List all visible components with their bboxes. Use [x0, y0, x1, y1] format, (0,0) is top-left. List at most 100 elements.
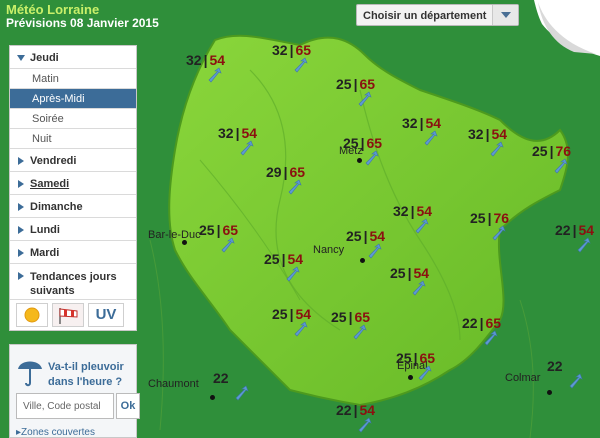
- weather-reading: 32 | 54: [218, 125, 257, 141]
- separator: |: [479, 315, 484, 331]
- wind-value: 65: [354, 309, 371, 325]
- temperature-value: 32: [272, 42, 288, 58]
- wind-arrow-icon: [233, 385, 251, 401]
- weather-reading: 25 | 65: [199, 222, 238, 238]
- day-item-mardi[interactable]: Mardi: [10, 241, 136, 264]
- department-select-label: Choisir un département: [363, 10, 487, 22]
- wind-value: 76: [555, 143, 572, 159]
- wind-value: 54: [413, 265, 430, 281]
- separator: |: [572, 222, 577, 238]
- weather-reading: 32 | 54: [402, 115, 441, 131]
- wind-arrow-icon: [206, 67, 224, 83]
- day-label: Dimanche: [30, 201, 83, 213]
- separator: |: [407, 265, 412, 281]
- period-item-apres-midi[interactable]: Après-Midi: [10, 89, 136, 109]
- wind-arrow-icon: [238, 140, 256, 156]
- period-item-soiree[interactable]: Soirée: [10, 109, 136, 129]
- temperature-value: 25: [331, 309, 347, 325]
- period-item-matin[interactable]: Matin: [10, 69, 136, 89]
- temperature-value: 29: [266, 164, 282, 180]
- wind-value: 54: [359, 402, 376, 418]
- weather-reading: 25 | 65: [343, 135, 382, 151]
- wind-arrow-icon: [552, 158, 570, 174]
- wind-arrow-icon: [410, 280, 428, 296]
- separator: |: [485, 126, 490, 142]
- layer-toggle-row: UV: [10, 300, 136, 330]
- city-dot: [547, 390, 552, 395]
- weather-reading: 22: [213, 370, 229, 386]
- period-item-nuit[interactable]: Nuit: [10, 129, 136, 149]
- separator: |: [281, 251, 286, 267]
- rain-nowcast-box: Va-t-il pleuvoir dans l'heure ? Ok Zones…: [9, 344, 140, 438]
- separator: |: [353, 402, 358, 418]
- city-label-bar-le-duc: Bar-le-Duc: [148, 229, 201, 241]
- wind-arrow-icon: [292, 57, 310, 73]
- city-dot: [210, 395, 215, 400]
- day-label: Lundi: [30, 224, 60, 236]
- temperature-value: 22: [462, 315, 478, 331]
- wind-arrow-icon: [366, 243, 384, 259]
- wind-arrow-icon: [422, 130, 440, 146]
- page-header: Météo Lorraine Prévisions 08 Janvier 201…: [6, 3, 159, 30]
- day-item-dimanche[interactable]: Dimanche: [10, 195, 136, 218]
- location-input[interactable]: [16, 393, 114, 419]
- sun-layer-button[interactable]: [16, 303, 48, 327]
- day-item-lundi[interactable]: Lundi: [10, 218, 136, 241]
- wind-value: 65: [419, 350, 436, 366]
- wind-arrow-icon: [286, 179, 304, 195]
- separator: |: [410, 203, 415, 219]
- wind-arrow-icon: [363, 150, 381, 166]
- wind-arrow-icon: [488, 141, 506, 157]
- weather-reading: 25 | 65: [396, 350, 435, 366]
- wind-value: 54: [425, 115, 442, 131]
- wind-arrow-icon: [567, 373, 585, 389]
- umbrella-icon: [18, 361, 42, 387]
- day-label: Mardi: [30, 247, 60, 259]
- day-item-samedi[interactable]: Samedi: [10, 172, 136, 195]
- wind-arrow-icon: [482, 330, 500, 346]
- temperature-value: 22: [336, 402, 352, 418]
- wind-value: 65: [295, 42, 312, 58]
- weather-reading: 32 | 54: [468, 126, 507, 142]
- wind-arrow-icon: [416, 365, 434, 381]
- rain-question: Va-t-il pleuvoir dans l'heure ?: [48, 361, 124, 388]
- day-selector-sidebar: Jeudi Matin Après-Midi Soirée Nuit Vendr…: [9, 45, 137, 331]
- day-item-tendances[interactable]: Tendances jours suivants: [10, 264, 136, 300]
- wind-value: 65: [366, 135, 383, 151]
- wind-arrow-icon: [413, 218, 431, 234]
- temperature-value: 22: [213, 370, 229, 386]
- chevron-down-icon[interactable]: [492, 5, 518, 25]
- wind-arrow-icon: [284, 266, 302, 282]
- weather-reading: 25 | 54: [272, 306, 311, 322]
- separator: |: [216, 222, 221, 238]
- separator: |: [413, 350, 418, 366]
- wind-value: 54: [578, 222, 595, 238]
- windsock-icon: [59, 308, 78, 324]
- ok-button[interactable]: Ok: [116, 393, 140, 419]
- wind-layer-button[interactable]: [52, 303, 84, 327]
- day-item-jeudi[interactable]: Jeudi: [10, 46, 136, 69]
- temperature-value: 22: [555, 222, 571, 238]
- wind-value: 54: [295, 306, 312, 322]
- temperature-value: 32: [218, 125, 234, 141]
- department-select[interactable]: Choisir un département: [356, 4, 519, 26]
- day-item-vendredi[interactable]: Vendredi: [10, 149, 136, 172]
- wind-value: 65: [359, 76, 376, 92]
- temperature-value: 25: [199, 222, 215, 238]
- city-label-colmar: Colmar: [505, 372, 541, 384]
- weather-reading: 25 | 65: [331, 309, 370, 325]
- weather-reading: 32 | 54: [186, 52, 225, 68]
- wind-arrow-icon: [219, 237, 237, 253]
- zones-couvertes-link[interactable]: Zones couvertes: [16, 427, 95, 438]
- city-dot: [357, 158, 362, 163]
- temperature-value: 22: [547, 358, 563, 374]
- separator: |: [353, 76, 358, 92]
- uv-layer-button[interactable]: UV: [88, 303, 124, 327]
- temperature-value: 25: [264, 251, 280, 267]
- temperature-value: 25: [346, 228, 362, 244]
- weather-reading: 25 | 54: [390, 265, 429, 281]
- page-curl-icon: [534, 0, 600, 56]
- weather-reading: 22 | 54: [555, 222, 594, 238]
- weather-reading: 32 | 54: [393, 203, 432, 219]
- separator: |: [419, 115, 424, 131]
